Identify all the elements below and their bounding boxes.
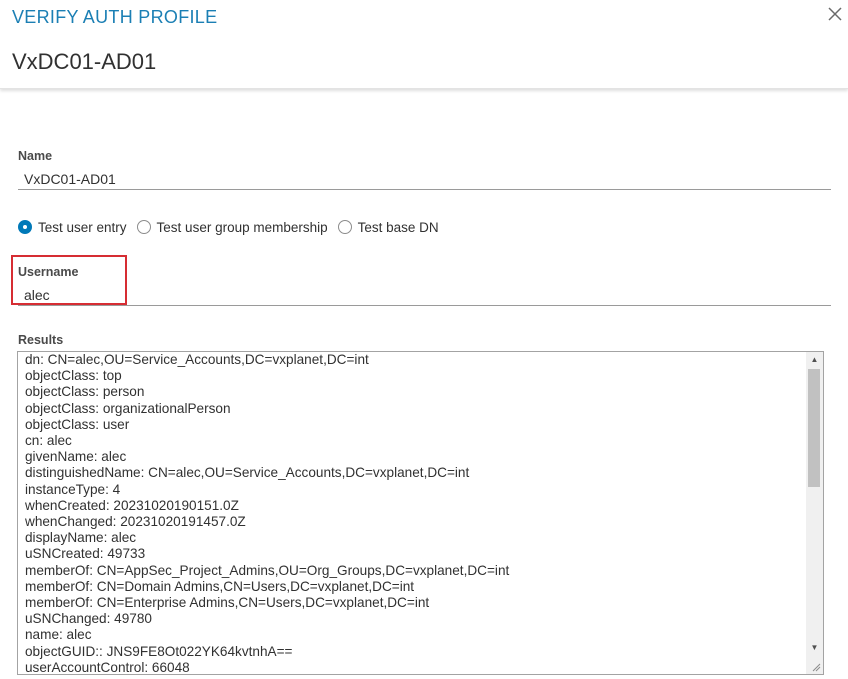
- results-line: memberOf: CN=Enterprise Admins,CN=Users,…: [25, 595, 430, 611]
- dialog-header: VERIFY AUTH PROFILE VxDC01-AD01: [0, 0, 848, 89]
- scroll-thumb[interactable]: [808, 369, 820, 487]
- radio-label: Test user group membership: [156, 219, 328, 235]
- scroll-up-arrow-icon[interactable]: ▲: [806, 352, 823, 367]
- results-line: objectClass: person: [25, 384, 145, 400]
- results-line: objectClass: top: [25, 368, 122, 384]
- scroll-down-arrow-icon[interactable]: ▼: [806, 640, 823, 655]
- radio-label: Test base DN: [357, 219, 439, 235]
- test-type-radio-group: Test user entry Test user group membersh…: [18, 218, 449, 236]
- results-line: instanceType: 4: [25, 481, 121, 497]
- username-input-underline: [18, 305, 831, 306]
- results-content: dn: CN=alec,OU=Service_Accounts,DC=vxpla…: [25, 352, 805, 675]
- name-label: Name: [18, 149, 53, 163]
- results-line: userAccountControl: 66048: [25, 659, 190, 675]
- results-label: Results: [18, 333, 64, 347]
- name-input-underline: [18, 189, 831, 190]
- results-line: distinguishedName: CN=alec,OU=Service_Ac…: [25, 465, 470, 481]
- results-line: objectClass: user: [25, 416, 130, 432]
- dialog-title: VERIFY AUTH PROFILE: [12, 7, 218, 27]
- radio-test-user-entry[interactable]: Test user entry: [18, 220, 127, 235]
- results-line: whenCreated: 20231020190151.0Z: [25, 497, 239, 513]
- results-line: uSNCreated: 49733: [25, 546, 146, 562]
- resize-grip-icon[interactable]: [806, 657, 823, 674]
- results-line: name: alec: [25, 627, 92, 643]
- results-line: whenChanged: 20231020191457.0Z: [25, 514, 246, 530]
- radio-checked-icon: [18, 220, 32, 234]
- results-line: cn: alec: [25, 433, 72, 449]
- results-line: uSNChanged: 49780: [25, 611, 152, 627]
- radio-test-user-group-membership[interactable]: Test user group membership: [136, 219, 328, 235]
- name-input[interactable]: VxDC01-AD01: [24, 171, 116, 187]
- results-line: objectClass: organizationalPerson: [25, 400, 231, 416]
- results-line: objectGUID:: JNS9FE8Ot022YK64kvtnhA==: [25, 643, 293, 659]
- radio-label: Test user entry: [38, 219, 127, 235]
- results-line: dn: CN=alec,OU=Service_Accounts,DC=vxpla…: [25, 352, 369, 367]
- results-scrollbar[interactable]: ▲ ▼: [806, 352, 823, 674]
- close-icon: [828, 7, 842, 21]
- username-label: Username: [18, 265, 79, 279]
- dialog-subtitle: VxDC01-AD01: [12, 49, 157, 74]
- close-button[interactable]: [824, 4, 846, 26]
- verify-auth-profile-dialog: VERIFY AUTH PROFILE VxDC01-AD01 Name VxD…: [0, 0, 848, 679]
- results-line: memberOf: CN=AppSec_Project_Admins,OU=Or…: [25, 562, 510, 578]
- username-input[interactable]: alec: [24, 287, 50, 303]
- results-line: displayName: alec: [25, 530, 137, 546]
- radio-test-base-dn[interactable]: Test base DN: [337, 219, 439, 235]
- results-line: givenName: alec: [25, 449, 127, 465]
- radio-unchecked-icon: [136, 220, 151, 234]
- results-line: memberOf: CN=Domain Admins,CN=Users,DC=v…: [25, 578, 415, 594]
- radio-unchecked-icon: [337, 220, 352, 234]
- results-textarea[interactable]: dn: CN=alec,OU=Service_Accounts,DC=vxpla…: [17, 351, 824, 675]
